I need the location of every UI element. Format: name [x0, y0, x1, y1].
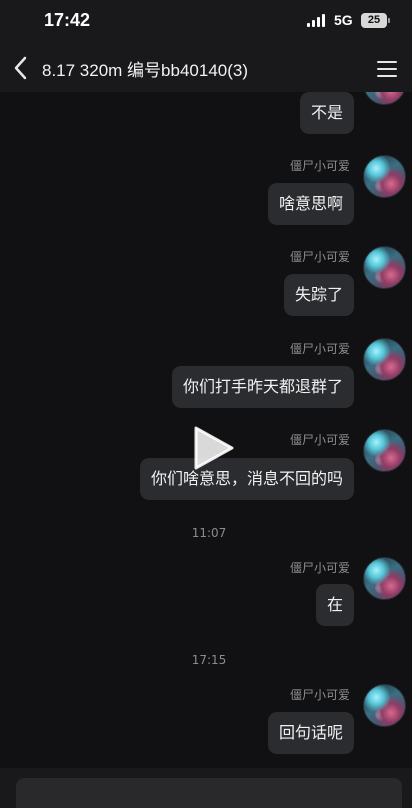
chevron-left-icon[interactable]: [12, 54, 32, 82]
avatar[interactable]: [363, 92, 406, 105]
message-input[interactable]: [16, 778, 402, 808]
message-bubble[interactable]: 你们打手昨天都退群了: [171, 366, 354, 408]
signal-strength-icon: [307, 14, 327, 27]
network-type: 5G: [334, 12, 353, 28]
avatar[interactable]: [363, 246, 406, 289]
sender-name: 僵尸小可爱: [289, 342, 350, 356]
battery-tip: [388, 18, 390, 23]
chat-header: 8.17 320m 编号bb40140(3): [0, 44, 412, 92]
message-bubble[interactable]: 回句话呢: [267, 712, 354, 754]
chat-screen: 17:42 5G 25 8.17 320m 编号bb40140(3) 不是 僵尸…: [0, 0, 412, 808]
sender-name: 僵尸小可爱: [289, 159, 350, 173]
avatar[interactable]: [363, 155, 406, 198]
sender-name: 僵尸小可爱: [289, 433, 350, 447]
timestamp: 17:15: [191, 653, 227, 667]
timestamp: 11:07: [191, 526, 227, 540]
avatar[interactable]: [363, 338, 406, 381]
sender-name: 僵尸小可爱: [289, 250, 350, 264]
avatar[interactable]: [363, 557, 406, 600]
hamburger-menu-icon[interactable]: [377, 59, 399, 79]
message-bubble[interactable]: 不是: [299, 92, 354, 134]
play-icon[interactable]: [190, 424, 236, 472]
battery-icon: 25: [361, 13, 387, 28]
avatar[interactable]: [363, 684, 406, 727]
message-bubble[interactable]: 啥意思啊: [267, 183, 354, 225]
status-time: 17:42: [44, 10, 91, 30]
sender-name: 僵尸小可爱: [289, 561, 350, 575]
input-bar: [0, 768, 412, 808]
status-bar: 17:42 5G 25: [0, 0, 412, 44]
message-bubble[interactable]: 你们啥意思，消息不回的吗: [139, 458, 354, 500]
avatar[interactable]: [363, 429, 406, 472]
chat-title: 8.17 320m 编号bb40140(3): [42, 61, 249, 80]
message-bubble[interactable]: 在: [315, 584, 354, 626]
sender-name: 僵尸小可爱: [289, 688, 350, 702]
message-bubble[interactable]: 失踪了: [283, 274, 354, 316]
